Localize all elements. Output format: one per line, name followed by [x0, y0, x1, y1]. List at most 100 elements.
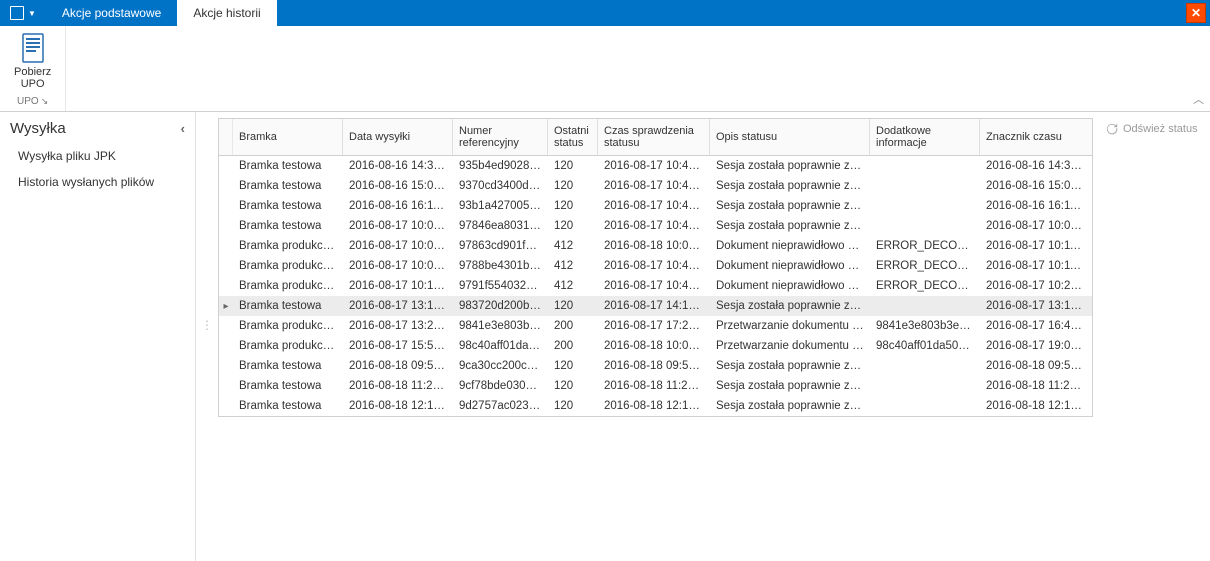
cell-opis: Sesja została poprawnie zako... — [710, 360, 870, 372]
table-row[interactable]: Bramka produkcyjna2016-08-17 10:15:45979… — [219, 276, 1092, 296]
cell-numer: 98c40aff01da5... — [453, 340, 548, 352]
cell-opis: Dokument nieprawidłowo zasz... — [710, 280, 870, 292]
main-area: Wysyłka ‹ Wysyłka pliku JPK Historia wys… — [0, 112, 1210, 561]
cell-opis: Dokument nieprawidłowo zasz... — [710, 260, 870, 272]
cell-status: 120 — [548, 160, 598, 172]
cell-bramka: Bramka produkcyjna — [233, 280, 343, 292]
cell-czasspr: 2016-08-17 10:46:58 — [598, 200, 710, 212]
cell-data: 2016-08-17 10:05:41 — [343, 260, 453, 272]
cell-numer: 97846ea80318... — [453, 220, 548, 232]
column-header-dodatkowe[interactable]: Dodatkowe informacje — [870, 119, 980, 155]
cell-status: 412 — [548, 260, 598, 272]
grid-body: Bramka testowa2016-08-16 14:37:38935b4ed… — [219, 156, 1092, 416]
table-row[interactable]: Bramka testowa2016-08-16 14:37:38935b4ed… — [219, 156, 1092, 176]
dialog-launcher-icon[interactable]: ↘ — [41, 96, 49, 107]
cell-status: 200 — [548, 340, 598, 352]
cell-data: 2016-08-18 12:16:30 — [343, 400, 453, 412]
cell-dod: 98c40aff01da508... — [870, 340, 980, 352]
refresh-status-button[interactable]: Odśwież status — [1099, 118, 1204, 140]
cell-data: 2016-08-18 11:23:56 — [343, 380, 453, 392]
table-row[interactable]: Bramka produkcyjna2016-08-17 10:03:01978… — [219, 236, 1092, 256]
ribbon-tab-history-actions[interactable]: Akcje historii — [177, 0, 276, 26]
cell-numer: 97863cd901f0d... — [453, 240, 548, 252]
table-row[interactable]: Bramka testowa2016-08-16 16:11:5593b1a42… — [219, 196, 1092, 216]
ribbon-panel: Pobierz UPO UPO ↘ ︿ — [0, 26, 1210, 112]
cell-status: 412 — [548, 240, 598, 252]
table-row[interactable]: Bramka produkcyjna2016-08-17 13:27:55984… — [219, 316, 1092, 336]
ribbon-group-label: UPO ↘ — [17, 96, 48, 109]
ribbon-tab-basic-actions[interactable]: Akcje podstawowe — [46, 0, 177, 26]
cell-status: 120 — [548, 180, 598, 192]
cell-opis: Sesja została poprawnie zako... — [710, 160, 870, 172]
cell-bramka: Bramka testowa — [233, 300, 343, 312]
cell-zn: 2016-08-16 16:11:50 — [980, 200, 1092, 212]
cell-zn: 2016-08-17 19:04:26 — [980, 340, 1092, 352]
data-grid: Bramka Data wysyłki Numer referencyjny O… — [218, 118, 1093, 417]
ribbon-group-upo: Pobierz UPO UPO ↘ — [0, 26, 66, 111]
table-row[interactable]: Bramka testowa2016-08-18 09:52:319ca30cc… — [219, 356, 1092, 376]
column-header-numer-ref[interactable]: Numer referencyjny — [453, 119, 548, 155]
quick-access-menu[interactable]: ▼ — [0, 0, 46, 26]
column-header-czas-sprawdzenia[interactable]: Czas sprawdzenia statusu — [598, 119, 710, 155]
grid-header-row: Bramka Data wysyłki Numer referencyjny O… — [219, 119, 1092, 156]
cell-zn: 2016-08-17 10:22:05 — [980, 280, 1092, 292]
column-header-data-wysylki[interactable]: Data wysyłki — [343, 119, 453, 155]
cell-data: 2016-08-18 09:52:31 — [343, 360, 453, 372]
refresh-status-label: Odśwież status — [1123, 123, 1198, 135]
cell-data: 2016-08-16 14:37:38 — [343, 160, 453, 172]
column-header-opis-statusu[interactable]: Opis statusu — [710, 119, 870, 155]
table-row[interactable]: Bramka testowa2016-08-18 12:16:309d2757a… — [219, 396, 1092, 416]
cell-data: 2016-08-17 15:50:04 — [343, 340, 453, 352]
sidebar: Wysyłka ‹ Wysyłka pliku JPK Historia wys… — [0, 112, 196, 561]
cell-numer: 9ca30cc200cd6... — [453, 360, 548, 372]
download-upo-button[interactable]: Pobierz UPO — [10, 30, 55, 92]
chevron-up-icon: ︿ — [1193, 94, 1204, 106]
cell-czasspr: 2016-08-17 10:47:00 — [598, 180, 710, 192]
sidebar-title: Wysyłka — [10, 120, 66, 137]
cell-opis: Przetwarzanie dokumentu zak... — [710, 320, 870, 332]
table-row[interactable]: Bramka testowa2016-08-18 11:23:569cf78bd… — [219, 376, 1092, 396]
cell-czasspr: 2016-08-18 10:01:47 — [598, 340, 710, 352]
cell-czasspr: 2016-08-18 09:52:28 — [598, 360, 710, 372]
cell-numer: 935b4ed90286... — [453, 160, 548, 172]
cell-bramka: Bramka testowa — [233, 220, 343, 232]
table-row[interactable]: Bramka produkcyjna2016-08-17 15:50:0498c… — [219, 336, 1092, 356]
cell-zn: 2016-08-17 10:11:45 — [980, 240, 1092, 252]
cell-czasspr: 2016-08-17 10:46:52 — [598, 280, 710, 292]
grid-gutter-handle[interactable]: ⋮ — [202, 118, 212, 332]
ribbon-collapse-button[interactable]: ︿ — [1193, 91, 1204, 107]
table-row[interactable]: Bramka testowa2016-08-16 15:01:129370cd3… — [219, 176, 1092, 196]
sidebar-item-send-jpk[interactable]: Wysyłka pliku JPK — [0, 143, 195, 169]
cell-bramka: Bramka produkcyjna — [233, 260, 343, 272]
cell-data: 2016-08-17 10:15:45 — [343, 280, 453, 292]
cell-bramka: Bramka testowa — [233, 400, 343, 412]
table-row[interactable]: Bramka testowa2016-08-17 10:01:0197846ea… — [219, 216, 1092, 236]
cell-data: 2016-08-17 13:27:55 — [343, 320, 453, 332]
cell-zn: 2016-08-18 11:24:46 — [980, 380, 1092, 392]
cell-bramka: Bramka testowa — [233, 160, 343, 172]
cell-bramka: Bramka produkcyjna — [233, 320, 343, 332]
table-row[interactable]: ▸Bramka testowa2016-08-17 13:16:11983720… — [219, 296, 1092, 316]
column-header-bramka[interactable]: Bramka — [233, 119, 343, 155]
cell-czasspr: 2016-08-17 10:46:53 — [598, 260, 710, 272]
close-button[interactable]: ✕ — [1186, 3, 1206, 23]
cell-czasspr: 2016-08-17 10:47:02 — [598, 160, 710, 172]
cell-opis: Sesja została poprawnie zako... — [710, 380, 870, 392]
cell-bramka: Bramka testowa — [233, 380, 343, 392]
app-menu-icon — [10, 6, 24, 20]
row-indicator-header — [219, 119, 233, 155]
cell-opis: Przetwarzanie dokumentu zak... — [710, 340, 870, 352]
sidebar-item-history[interactable]: Historia wysłanych plików — [0, 169, 195, 195]
cell-status: 412 — [548, 280, 598, 292]
cell-status: 120 — [548, 400, 598, 412]
cell-numer: 9d2757ac023a2... — [453, 400, 548, 412]
sidebar-collapse-button[interactable]: ‹ — [181, 121, 185, 136]
cell-dod: ERROR_DECOMPR... — [870, 260, 980, 272]
column-header-ostatni-status[interactable]: Ostatni status — [548, 119, 598, 155]
cell-bramka: Bramka testowa — [233, 360, 343, 372]
cell-status: 200 — [548, 320, 598, 332]
column-header-znacznik[interactable]: Znacznik czasu — [980, 119, 1092, 155]
cell-opis: Sesja została poprawnie zako... — [710, 200, 870, 212]
table-row[interactable]: Bramka produkcyjna2016-08-17 10:05:41978… — [219, 256, 1092, 276]
cell-zn: 2016-08-16 14:37:33 — [980, 160, 1092, 172]
